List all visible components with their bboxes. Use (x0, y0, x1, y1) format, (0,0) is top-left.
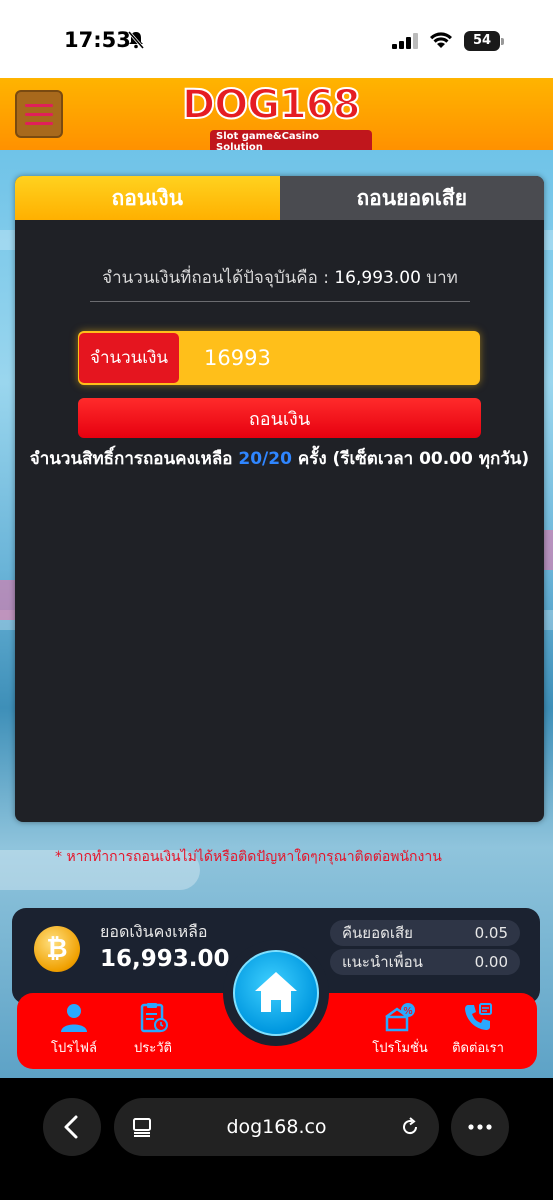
current-withdrawable: จำนวนเงินที่ถอนได้ปัจจุบันคือ : 16,993.0… (90, 264, 470, 302)
cellular-signal-icon (392, 33, 418, 49)
svg-text:%: % (403, 1006, 413, 1017)
withdraw-rights-text: จำนวนสิทธิ์การถอนคงเหลือ 20/20 ครั้ง (รี… (25, 444, 534, 474)
clipboard-history-icon (140, 1003, 168, 1033)
withdraw-tabs: ถอนเงิน ถอนยอดเสีย (15, 176, 544, 220)
stat-cashback: คืนยอดเสีย 0.05 (330, 920, 520, 946)
site-logo[interactable]: DOG168 Slot game&Casino Solution (181, 81, 372, 154)
status-bar: 17:53 54 (0, 0, 553, 78)
tab-withdraw-loss[interactable]: ถอนยอดเสีย (279, 176, 544, 220)
logo-wordmark: DOG168 (181, 81, 362, 129)
nav-history[interactable]: ประวัติ (116, 1001, 190, 1058)
stat-referral: แนะนำเพื่อน 0.00 (330, 949, 520, 975)
rights-prefix: จำนวนสิทธิ์การถอนคงเหลือ (29, 449, 239, 469)
current-amount-value: 16,993.00 (334, 268, 421, 288)
rights-suffix: ครั้ง (รีเซ็ตเวลา 00.00 ทุกวัน) (291, 449, 530, 469)
stat-referral-label: แนะนำเพื่อน (342, 953, 423, 971)
ellipsis-icon (468, 1124, 492, 1130)
bell-muted-icon (127, 31, 145, 49)
nav-contact-label: ติดต่อเรา (452, 1041, 504, 1056)
battery-indicator: 54 (464, 31, 504, 51)
home-button[interactable] (233, 950, 319, 1036)
chevron-left-icon (64, 1115, 78, 1139)
reload-icon[interactable] (399, 1116, 421, 1138)
nav-promotion-label: โปรโมชั่น (372, 1041, 428, 1056)
url-text: dog168.co (226, 1116, 327, 1138)
withdraw-button[interactable]: ถอนเงิน (78, 398, 481, 438)
amount-label: จำนวนเงิน (79, 333, 179, 383)
support-notice: * หากทำการถอนเงินไม่ได้หรือติดปัญหาใดๆกร… (55, 849, 442, 865)
nav-promotion[interactable]: % โปรโมชั่น (363, 1001, 437, 1058)
tab-withdraw[interactable]: ถอนเงิน (15, 176, 280, 220)
nav-profile-label: โปรไฟล์ (51, 1041, 97, 1056)
status-time: 17:53 (64, 28, 131, 52)
site-header: DOG168 Slot game&Casino Solution (0, 78, 553, 154)
current-amount-unit: บาท (420, 268, 458, 288)
back-button[interactable] (43, 1098, 101, 1156)
nav-contact[interactable]: ติดต่อเรา (441, 1001, 515, 1058)
balance-label: ยอดเงินคงเหลือ (100, 922, 208, 941)
more-options-button[interactable] (451, 1098, 509, 1156)
address-bar[interactable]: dog168.co (114, 1098, 439, 1156)
bitcoin-coin-icon: ₿ (34, 926, 80, 972)
nav-history-label: ประวัติ (134, 1041, 172, 1056)
promotion-icon: % (385, 1003, 415, 1032)
home-icon (255, 972, 297, 1012)
hamburger-menu-button[interactable] (15, 90, 63, 138)
withdraw-card: ถอนเงิน ถอนยอดเสีย จำนวนเงินที่ถอนได้ปัจ… (15, 176, 544, 822)
menu-line-icon (25, 112, 53, 116)
menu-line-icon (25, 103, 53, 107)
stat-cashback-label: คืนยอดเสีย (342, 924, 413, 942)
menu-line-icon (25, 121, 53, 125)
current-amount-label: จำนวนเงินที่ถอนได้ปัจจุบันคือ : (102, 268, 335, 288)
rights-count: 20/20 (238, 449, 292, 469)
balance-value: 16,993.00 (100, 946, 230, 972)
user-icon (61, 1004, 87, 1032)
stat-referral-value: 0.00 (474, 953, 508, 971)
amount-input[interactable] (204, 331, 464, 385)
stat-cashback-value: 0.05 (474, 924, 508, 942)
amount-field: จำนวนเงิน (78, 331, 480, 385)
phone-contact-icon (465, 1003, 492, 1030)
wifi-icon (430, 32, 452, 48)
nav-profile[interactable]: โปรไฟล์ (37, 1001, 111, 1058)
browser-toolbar: dog168.co (0, 1078, 553, 1200)
